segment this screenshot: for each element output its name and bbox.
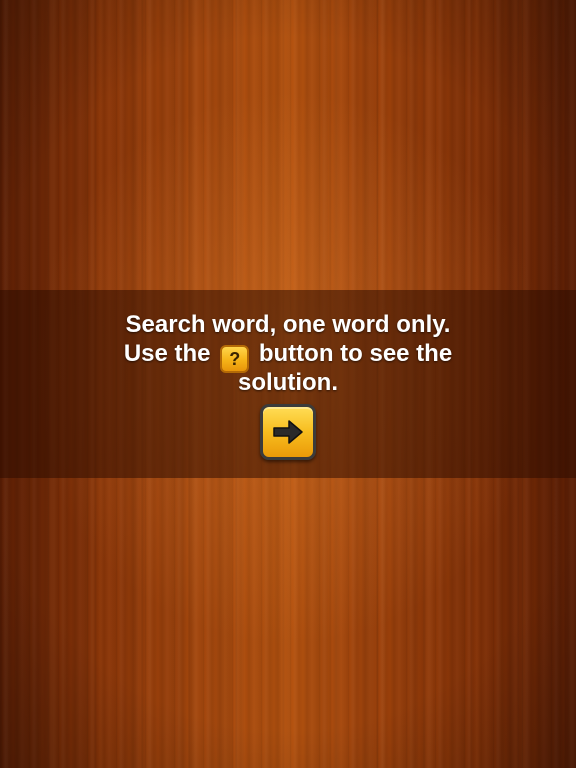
instruction-line-1: Search word, one word only.: [125, 311, 451, 338]
instruction-text-before-icon: Use the: [123, 340, 211, 367]
next-button[interactable]: [260, 404, 316, 460]
arrow-right-icon: [273, 420, 303, 444]
instruction-text-after-icon: button to see the: [258, 340, 453, 367]
instruction-line-3: solution.: [238, 369, 338, 396]
